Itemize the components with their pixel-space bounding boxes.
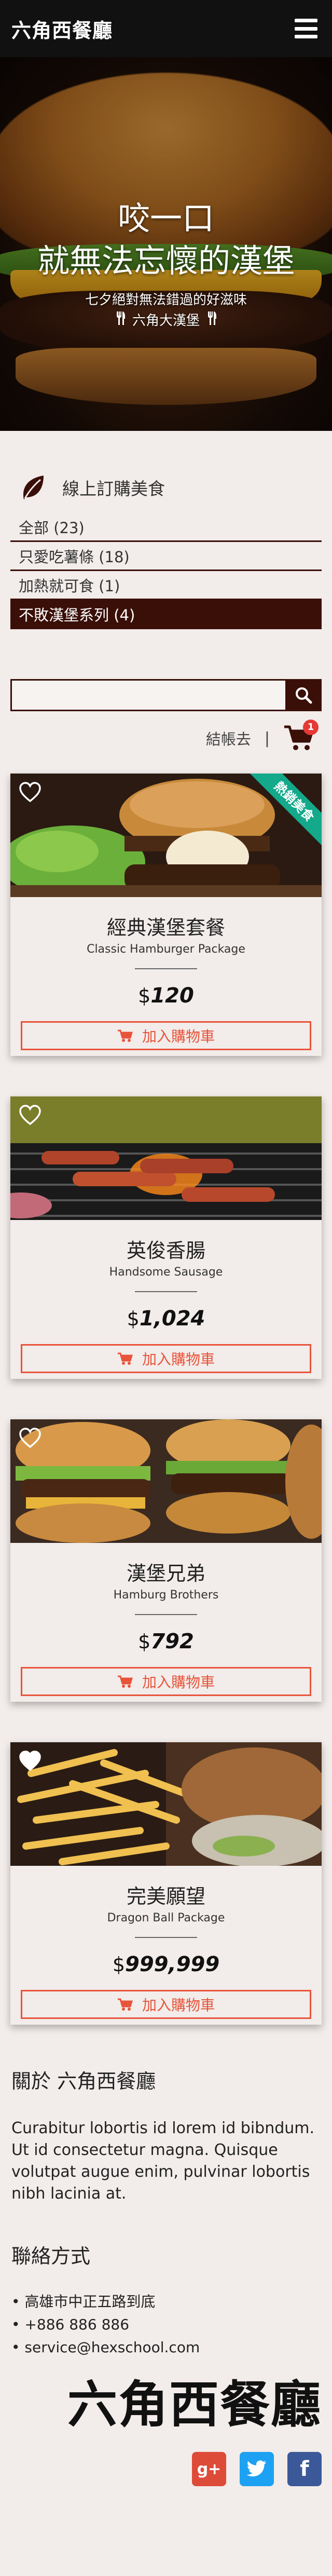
hamburger-menu-icon[interactable] bbox=[295, 19, 317, 38]
product-card: 完美願望 Dragon Ball Package $999,999 加入購物車 bbox=[10, 1742, 322, 2025]
brand-logo[interactable]: 六角西餐廳 bbox=[11, 15, 113, 43]
heart-icon[interactable] bbox=[19, 1428, 42, 1448]
category-item-fries[interactable]: 只愛吃薯條 (18) bbox=[10, 542, 322, 571]
checkout-row: 結帳去 | 1 bbox=[10, 720, 322, 753]
add-to-cart-button[interactable]: 加入購物車 bbox=[21, 1667, 311, 1696]
product-price: $120 bbox=[138, 984, 194, 1008]
category-item-all[interactable]: 全部 (23) bbox=[10, 513, 322, 542]
product-card: 漢堡兄弟 Hamburg Brothers $792 加入購物車 bbox=[10, 1419, 322, 1702]
category-section: 線上訂購美食 全部 (23) 只愛吃薯條 (18) 加熱就可食 (1) 不敗漢堡… bbox=[0, 473, 332, 753]
product-image[interactable] bbox=[10, 1096, 322, 1220]
shopping-cart-icon bbox=[117, 1352, 133, 1365]
contact-address: • 高雄市中正五路到底 bbox=[11, 2293, 156, 2310]
search-input[interactable] bbox=[10, 679, 285, 711]
heart-icon[interactable] bbox=[19, 782, 42, 803]
product-card: 英俊香腸 Handsome Sausage $1,024 加入購物車 bbox=[10, 1096, 322, 1379]
facebook-icon[interactable]: f bbox=[287, 2452, 322, 2486]
category-list: 全部 (23) 只愛吃薯條 (18) 加熱就可食 (1) 不敗漢堡系列 (4) bbox=[10, 513, 322, 629]
about-section: 關於 六角西餐廳 Curabitur lobortis id lorem id … bbox=[0, 2065, 332, 2205]
add-to-cart-button[interactable]: 加入購物車 bbox=[21, 1990, 311, 2019]
product-card: 熱銷美食 經典漢堡套餐 Classic Hamburger Package $1… bbox=[10, 774, 322, 1056]
category-item-heat[interactable]: 加熱就可食 (1) bbox=[10, 571, 322, 600]
hero-subtitle: 七夕絕對無法錯過的好滋味 bbox=[85, 292, 247, 308]
twitter-icon[interactable] bbox=[240, 2452, 274, 2486]
product-english-name: Handsome Sausage bbox=[109, 1266, 223, 1279]
fork-knife-icon bbox=[207, 310, 217, 331]
cart-button[interactable]: 1 bbox=[283, 720, 319, 753]
category-item-burgers[interactable]: 不敗漢堡系列 (4) bbox=[10, 600, 322, 629]
search-bar bbox=[10, 679, 322, 711]
leaf-icon bbox=[23, 476, 44, 499]
about-title: 關於 六角西餐廳 bbox=[11, 2070, 156, 2093]
hero-title-line1: 咬一口 bbox=[117, 199, 214, 237]
product-english-name: Hamburg Brothers bbox=[113, 1589, 219, 1602]
checkout-link[interactable]: 結帳去 bbox=[206, 727, 251, 749]
heart-icon[interactable] bbox=[19, 1751, 42, 1771]
product-image[interactable]: 熱銷美食 bbox=[10, 774, 322, 897]
add-to-cart-button[interactable]: 加入購物車 bbox=[21, 1344, 311, 1373]
contact-email[interactable]: • service@hexschool.com bbox=[11, 2336, 321, 2359]
separator: | bbox=[264, 729, 270, 748]
contact-title: 聯絡方式 bbox=[11, 2245, 91, 2268]
product-image[interactable] bbox=[10, 1742, 322, 1866]
category-header: 線上訂購美食 bbox=[10, 473, 322, 501]
footer: 六角西餐廳 g+ f bbox=[0, 2364, 332, 2486]
search-button[interactable] bbox=[285, 679, 322, 711]
product-english-name: Classic Hamburger Package bbox=[87, 943, 245, 956]
shopping-cart-icon bbox=[117, 1029, 133, 1042]
fork-knife-icon bbox=[116, 310, 125, 331]
contact-section: 聯絡方式 • 高雄市中正五路到底 • +886 886 886 • servic… bbox=[0, 2240, 332, 2359]
category-title: 線上訂購美食 bbox=[62, 479, 165, 499]
shopping-cart-icon bbox=[117, 1998, 133, 2011]
add-to-cart-button[interactable]: 加入購物車 bbox=[21, 1021, 311, 1050]
hero-tagline: 六角大漢堡 bbox=[0, 310, 332, 331]
cart-count-badge: 1 bbox=[303, 720, 319, 735]
social-links: g+ f bbox=[0, 2452, 332, 2486]
hero-tagline-text: 六角大漢堡 bbox=[132, 313, 200, 329]
hero-title-line2: 就無法忘懷的漢堡 bbox=[37, 242, 295, 280]
product-list: 熱銷美食 經典漢堡套餐 Classic Hamburger Package $1… bbox=[0, 774, 332, 2025]
product-name: 完美願望 bbox=[126, 1885, 205, 1908]
footer-brand: 六角西餐廳 bbox=[67, 2376, 322, 2434]
product-name: 經典漢堡套餐 bbox=[106, 916, 225, 939]
search-icon bbox=[296, 687, 312, 704]
contact-phone[interactable]: • +886 886 886 bbox=[11, 2313, 321, 2336]
top-navbar: 六角西餐廳 bbox=[0, 0, 332, 57]
product-english-name: Dragon Ball Package bbox=[107, 1911, 225, 1924]
shopping-cart-icon bbox=[117, 1675, 133, 1688]
product-price: $999,999 bbox=[112, 1953, 220, 1976]
product-name: 漢堡兄弟 bbox=[126, 1562, 205, 1585]
about-body: Curabitur lobortis id lorem id bibndum. … bbox=[11, 2119, 315, 2203]
google-plus-icon[interactable]: g+ bbox=[192, 2452, 226, 2486]
hero-banner: 咬一口 就無法忘懷的漢堡 七夕絕對無法錯過的好滋味 六角大漢堡 bbox=[0, 57, 332, 431]
product-price: $792 bbox=[138, 1630, 194, 1653]
heart-icon[interactable] bbox=[19, 1105, 42, 1126]
product-price: $1,024 bbox=[127, 1307, 205, 1331]
product-image[interactable] bbox=[10, 1419, 322, 1543]
contact-list: • 高雄市中正五路到底 • +886 886 886 • service@hex… bbox=[11, 2290, 321, 2359]
product-name: 英俊香腸 bbox=[126, 1239, 205, 1262]
